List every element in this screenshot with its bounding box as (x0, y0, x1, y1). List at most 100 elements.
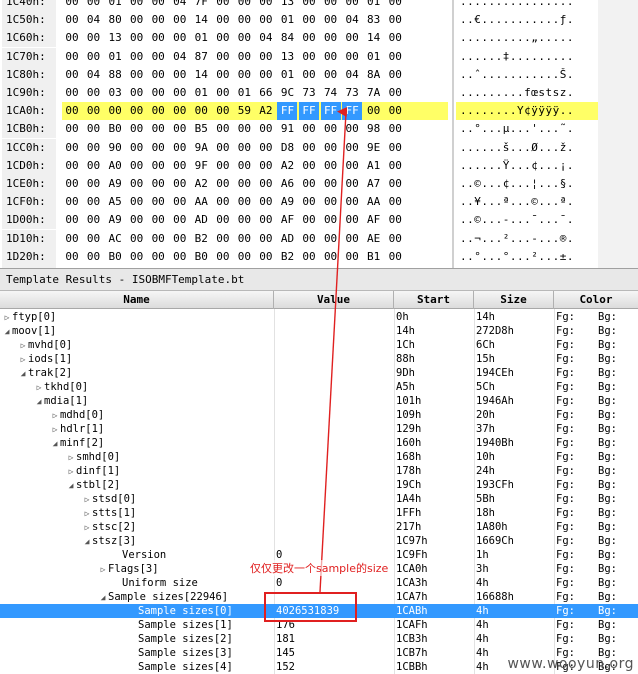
tree-row[interactable]: ◢ mdia[1] 101h 1946Ah Fg: Bg: (0, 394, 638, 408)
hex-byte[interactable]: 90 (105, 139, 125, 157)
hex-byte[interactable]: 00 (321, 0, 341, 11)
hex-byte[interactable]: 00 (256, 11, 276, 29)
hex-bytes[interactable]: 00 00 03 00 00 00 01 00 01 66 9C 73 74 73 7A 00 (62, 84, 448, 102)
hex-byte[interactable]: 00 (256, 48, 276, 66)
hex-byte[interactable]: 00 (342, 175, 362, 193)
hex-byte[interactable]: D8 (277, 139, 297, 157)
tree-row[interactable]: ◢ trak[2] 9Dh 194CEh Fg: Bg: (0, 366, 638, 380)
hex-byte[interactable]: 00 (385, 248, 405, 266)
hex-byte[interactable]: A7 (364, 175, 384, 193)
hex-ascii[interactable]: .........fœstsz. (456, 84, 598, 102)
tree-row[interactable]: ◢ stsz[3] 1C97h 1669Ch Fg: Bg: (0, 534, 638, 548)
hex-row[interactable]: 1CA0h: 00 00 00 00 00 00 00 00 59 A2 FF FF FF FF 00 00..… (0, 102, 638, 121)
hex-byte[interactable]: 00 (321, 175, 341, 193)
tree-collapsed-icon[interactable]: ▷ (66, 465, 76, 478)
hex-byte[interactable]: 00 (62, 48, 82, 66)
hex-byte[interactable]: 00 (364, 102, 384, 120)
hex-byte[interactable]: 00 (234, 211, 254, 229)
hex-byte[interactable]: 00 (170, 211, 190, 229)
tree-row[interactable]: ▷ stsd[0] 1A4h 5Bh Fg: Bg: (0, 492, 638, 506)
hex-byte[interactable]: 00 (234, 157, 254, 175)
hex-byte[interactable]: 9F (191, 157, 211, 175)
hex-byte[interactable]: 13 (277, 0, 297, 11)
hex-byte[interactable]: 00 (148, 230, 168, 248)
tree-collapsed-icon[interactable]: ▷ (18, 339, 28, 352)
hex-byte[interactable]: 00 (148, 11, 168, 29)
tree-expanded-icon[interactable]: ◢ (34, 395, 44, 408)
hex-ascii[interactable]: ..€...........ƒ. (456, 11, 598, 29)
hex-byte[interactable]: 87 (191, 48, 211, 66)
hex-byte[interactable]: 00 (256, 139, 276, 157)
hex-byte[interactable]: 00 (385, 139, 405, 157)
hex-byte[interactable]: FF (299, 102, 320, 121)
hex-byte[interactable]: 00 (256, 230, 276, 248)
hex-byte[interactable]: 00 (213, 48, 233, 66)
hex-byte[interactable]: 00 (148, 66, 168, 84)
hex-byte[interactable]: FF (320, 102, 341, 121)
hex-byte[interactable]: 00 (127, 139, 147, 157)
hex-byte[interactable]: 01 (364, 0, 384, 11)
hex-byte[interactable]: 01 (105, 0, 125, 11)
hex-byte[interactable]: 00 (148, 120, 168, 138)
hex-byte[interactable]: 00 (299, 139, 319, 157)
hex-byte[interactable]: 01 (105, 48, 125, 66)
column-header-color[interactable]: Color (554, 291, 638, 309)
hex-byte[interactable]: 00 (385, 157, 405, 175)
hex-byte[interactable]: 01 (277, 11, 297, 29)
hex-byte[interactable]: 00 (256, 175, 276, 193)
hex-ascii[interactable]: ..°...°...²...±. (456, 248, 598, 266)
tree-row[interactable]: ▷ mdhd[0] 109h 20h Fg: Bg: (0, 408, 638, 422)
hex-byte[interactable]: 00 (148, 139, 168, 157)
hex-byte[interactable]: 00 (213, 139, 233, 157)
hex-byte[interactable]: 00 (62, 248, 82, 266)
hex-byte[interactable]: 00 (127, 84, 147, 102)
hex-byte[interactable]: 00 (342, 29, 362, 47)
hex-byte[interactable]: 00 (321, 66, 341, 84)
hex-byte[interactable]: 00 (62, 230, 82, 248)
hex-byte[interactable]: A2 (277, 157, 297, 175)
hex-bytes[interactable]: 00 00 AC 00 00 00 B2 00 00 00 AD 00 00 00 AE 00 (62, 230, 448, 248)
hex-byte[interactable]: A9 (277, 193, 297, 211)
hex-ascii[interactable]: ........Y¢ÿÿÿÿ.. (456, 102, 598, 121)
hex-byte[interactable]: 00 (127, 230, 147, 248)
hex-byte[interactable]: 00 (170, 157, 190, 175)
hex-byte[interactable]: B0 (191, 248, 211, 266)
hex-ascii[interactable]: ..ˆ...........Š. (456, 66, 598, 84)
tree-row[interactable]: ▷ smhd[0] 168h 10h Fg: Bg: (0, 450, 638, 464)
hex-byte[interactable]: 00 (385, 66, 405, 84)
hex-ascii[interactable]: ..©...¢...¦...§. (456, 175, 598, 193)
hex-byte[interactable]: 01 (234, 84, 254, 102)
hex-byte[interactable]: 00 (105, 102, 125, 120)
hex-byte[interactable]: 00 (148, 0, 168, 11)
hex-byte[interactable]: B1 (364, 248, 384, 266)
hex-byte[interactable]: 00 (321, 211, 341, 229)
hex-byte[interactable]: 00 (62, 0, 82, 11)
hex-byte[interactable]: 00 (321, 48, 341, 66)
hex-byte[interactable]: 84 (277, 29, 297, 47)
hex-ascii[interactable]: ..¥...ª...©...ª. (456, 193, 598, 211)
hex-byte[interactable]: 00 (234, 48, 254, 66)
hex-byte[interactable]: 00 (256, 66, 276, 84)
hex-byte[interactable]: 00 (256, 157, 276, 175)
hex-byte[interactable]: 00 (299, 66, 319, 84)
hex-byte[interactable]: 00 (213, 11, 233, 29)
tree-expanded-icon[interactable]: ◢ (98, 591, 108, 604)
hex-byte[interactable]: 00 (299, 157, 319, 175)
hex-byte[interactable]: 00 (62, 11, 82, 29)
hex-byte[interactable]: 00 (234, 193, 254, 211)
hex-row[interactable]: 1CB0h: 00 00 B0 00 00 00 B5 00 00 00 91 00 00 00 98 00..… (0, 120, 638, 139)
hex-byte[interactable]: 00 (385, 120, 405, 138)
hex-byte[interactable]: 00 (342, 120, 362, 138)
hex-row[interactable]: 1C60h: 00 00 13 00 00 00 01 00 00 04 84 00 00 00 14 00..… (0, 29, 638, 48)
hex-row[interactable]: 1D00h: 00 00 A9 00 00 00 AD 00 00 00 AF 00 00 00 AF 00..… (0, 211, 638, 230)
hex-byte[interactable]: 00 (234, 248, 254, 266)
hex-byte[interactable]: 00 (170, 66, 190, 84)
hex-byte[interactable]: A6 (277, 175, 297, 193)
hex-byte[interactable]: 04 (170, 0, 190, 11)
hex-byte[interactable]: 00 (299, 29, 319, 47)
hex-byte[interactable]: 00 (385, 48, 405, 66)
hex-byte[interactable]: 59 (234, 102, 254, 120)
hex-row[interactable]: 1D10h: 00 00 AC 00 00 00 B2 00 00 00 AD 00 00 00 AE 00..… (0, 229, 638, 248)
hex-byte[interactable]: 00 (191, 102, 211, 120)
hex-byte[interactable]: 00 (299, 48, 319, 66)
